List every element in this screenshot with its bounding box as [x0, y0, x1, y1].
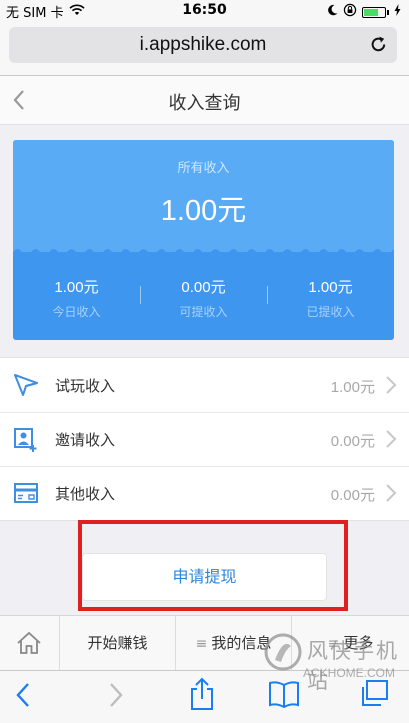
chevron-right-icon — [385, 483, 397, 507]
nav-start-earning[interactable]: 开始赚钱 — [60, 616, 175, 671]
reload-icon[interactable] — [369, 35, 388, 58]
stat-withdrawn-label: 已提收入 — [306, 305, 355, 319]
status-bar: 无 SIM 卡 16:50 — [0, 0, 409, 21]
income-list: 试玩收入 1.00元 邀请收入 0.00元 其他收入 0.00元 — [0, 357, 409, 521]
menu-icon: ≡ — [195, 636, 208, 652]
address-bar[interactable]: i.appshike.com — [9, 27, 397, 63]
site-watermark: 风侠手机站 ACKHOME.COM — [263, 632, 403, 718]
list-item-trial-income[interactable]: 试玩收入 1.00元 — [0, 358, 409, 412]
watermark-text: 风侠手机站 — [307, 639, 399, 693]
charging-icon — [394, 4, 401, 20]
list-item-other-income[interactable]: 其他收入 0.00元 — [0, 466, 409, 520]
browser-address-area: i.appshike.com — [0, 20, 409, 76]
watermark-subtext: ACKHOME.COM — [303, 666, 396, 680]
wave-divider — [13, 249, 394, 260]
invite-user-icon — [13, 427, 39, 457]
chevron-right-icon — [385, 429, 397, 453]
list-item-invite-income[interactable]: 邀请收入 0.00元 — [0, 412, 409, 466]
total-income-label: 所有收入 — [177, 161, 230, 176]
list-item-label: 试玩收入 — [55, 377, 116, 395]
watermark-logo-icon — [263, 632, 303, 676]
battery-tip — [387, 9, 389, 15]
nav-label: 开始赚钱 — [87, 634, 148, 652]
nav-home[interactable] — [0, 616, 59, 671]
list-item-value: 1.00元 — [330, 379, 375, 396]
share-icon[interactable] — [188, 677, 216, 715]
page-title: 收入查询 — [168, 93, 241, 114]
battery-icon — [362, 6, 386, 18]
home-icon — [16, 631, 42, 659]
list-item-label: 其他收入 — [55, 485, 116, 503]
moon-icon — [327, 4, 338, 20]
total-income-value: 1.00元 — [160, 195, 247, 227]
chevron-right-icon — [385, 375, 397, 399]
stat-withdrawable-value: 0.00元 — [181, 279, 226, 296]
withdraw-button[interactable]: 申请提现 — [82, 553, 327, 601]
stat-withdrawn-value: 1.00元 — [308, 279, 353, 296]
list-item-value: 0.00元 — [330, 433, 375, 450]
stat-today: 1.00元 今日收入 — [13, 276, 140, 320]
stat-withdrawable: 0.00元 可提收入 — [140, 276, 267, 320]
battery-fill — [364, 8, 378, 16]
stat-today-label: 今日收入 — [52, 305, 101, 319]
stat-withdrawable-label: 可提收入 — [179, 305, 228, 319]
card-icon — [13, 481, 39, 509]
back-icon[interactable] — [15, 681, 31, 713]
status-right — [327, 3, 401, 21]
paper-plane-icon — [13, 373, 39, 401]
stat-withdrawn: 1.00元 已提收入 — [267, 276, 394, 320]
list-item-label: 邀请收入 — [55, 431, 116, 449]
list-item-value: 0.00元 — [330, 487, 375, 504]
rotation-lock-icon — [343, 3, 357, 21]
stat-today-value: 1.00元 — [54, 279, 99, 296]
forward-icon[interactable] — [108, 681, 124, 713]
url-text[interactable]: i.appshike.com — [9, 34, 397, 56]
page-header: 收入查询 — [0, 76, 409, 125]
income-summary-card: 所有收入 1.00元 1.00元 今日收入 0.00元 可提收入 1.00元 已… — [13, 140, 394, 340]
